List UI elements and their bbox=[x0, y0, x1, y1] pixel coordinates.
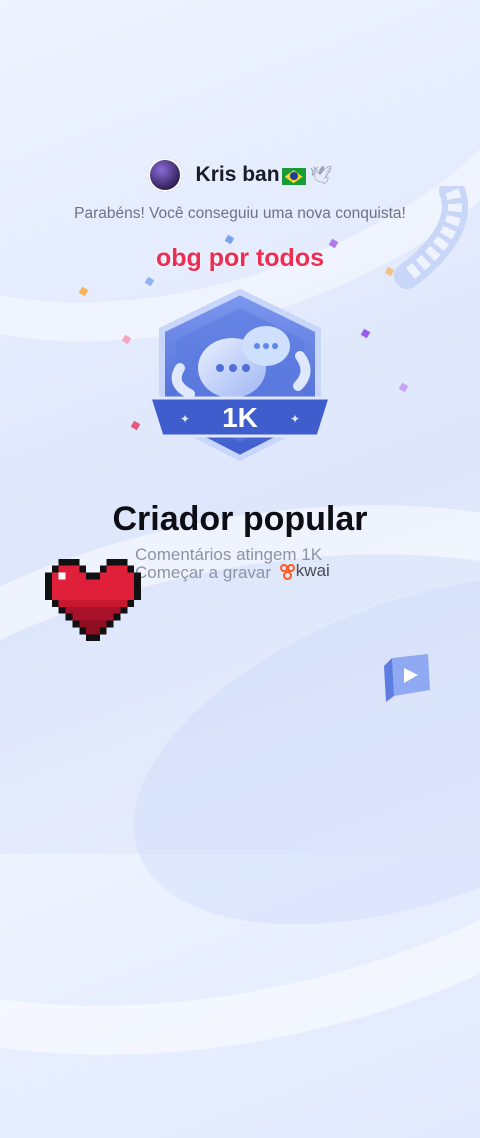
overlay-caption: obg por todos bbox=[155, 244, 325, 272]
confetti bbox=[121, 334, 132, 345]
confetti bbox=[224, 234, 235, 245]
dove-icon: 🕊 bbox=[309, 165, 333, 185]
record-cta[interactable]: Começar a gravar bbox=[135, 563, 271, 582]
confetti bbox=[398, 382, 409, 393]
congrats-subtitle: Parabéns! Você conseguiu uma nova conqui… bbox=[74, 205, 406, 222]
confetti bbox=[130, 420, 141, 431]
film-strip-decoration bbox=[394, 186, 468, 289]
avatar[interactable] bbox=[147, 158, 182, 192]
confetti bbox=[78, 286, 89, 297]
achievement-description-block: Comentários atingem 1K Começar a gravar … bbox=[135, 546, 330, 582]
post-header: Kris ban 🕊 bbox=[0, 158, 480, 192]
confetti bbox=[360, 328, 371, 339]
record-cta-row[interactable]: Começar a gravar kwai bbox=[135, 561, 330, 582]
pixel-heart-icon bbox=[45, 558, 141, 642]
svg-text:✦: ✦ bbox=[290, 412, 300, 426]
achievement-title: Criador popular bbox=[112, 500, 368, 538]
kwai-brand: kwai bbox=[279, 561, 330, 580]
brazil-flag-icon bbox=[281, 168, 306, 186]
play-cube-icon bbox=[384, 654, 430, 702]
achievement-badge-icon: ✦ ✦ 1K bbox=[147, 288, 333, 462]
kwai-logo-icon bbox=[279, 564, 295, 580]
username[interactable]: Kris ban bbox=[196, 163, 280, 186]
svg-text:✦: ✦ bbox=[180, 412, 190, 426]
kwai-wordmark: kwai bbox=[295, 561, 330, 580]
confetti bbox=[144, 276, 155, 287]
badge-label: 1K bbox=[222, 402, 258, 433]
